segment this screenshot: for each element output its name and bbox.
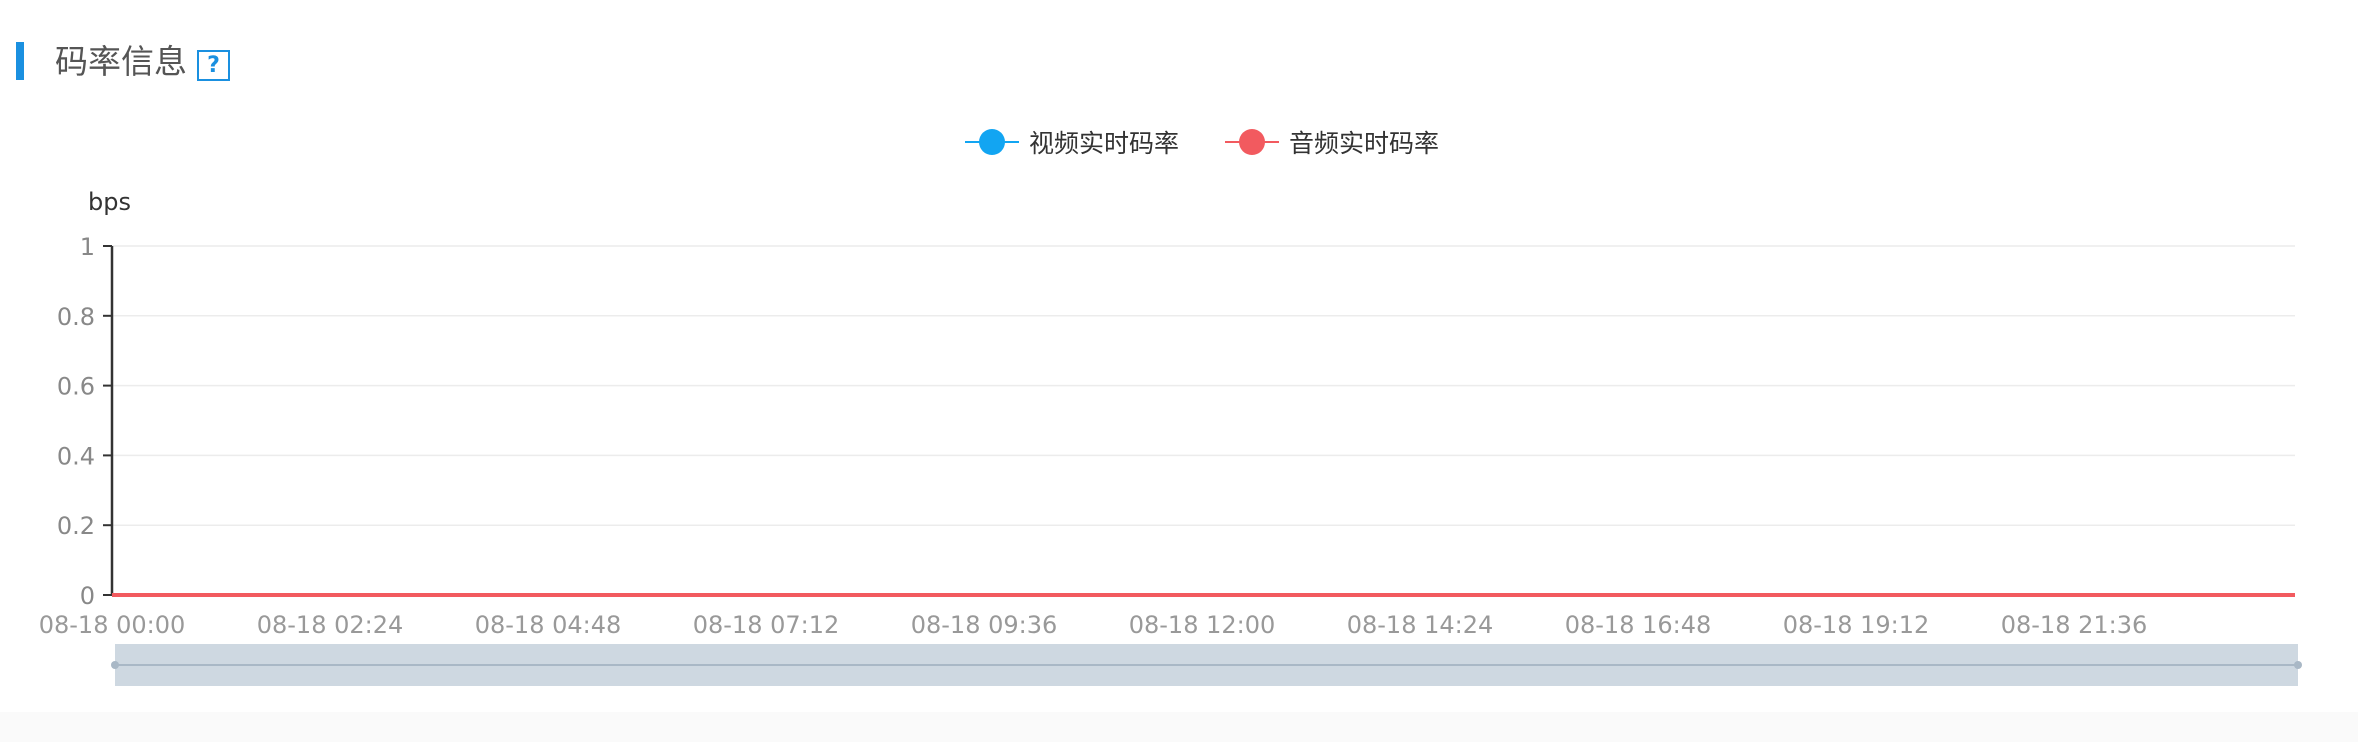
x-tick-label: 08-18 16:48 bbox=[1565, 611, 1712, 639]
y-tick-label: 0 bbox=[80, 582, 95, 610]
bottom-strip bbox=[0, 712, 2358, 742]
y-axis-label: bps bbox=[88, 188, 131, 216]
data-zoom-handle-right[interactable] bbox=[2294, 661, 2302, 669]
x-tick-label: 08-18 21:36 bbox=[2001, 611, 2148, 639]
y-tick-label: 0.6 bbox=[57, 373, 95, 401]
x-tick-label: 08-18 07:12 bbox=[693, 611, 840, 639]
y-tick-label: 0.4 bbox=[57, 442, 95, 470]
y-tick-label: 1 bbox=[80, 233, 95, 261]
y-tick-label: 0.8 bbox=[57, 303, 95, 331]
x-tick-label: 08-18 14:24 bbox=[1347, 611, 1494, 639]
data-zoom-handle-left[interactable] bbox=[111, 661, 119, 669]
x-tick-label: 08-18 02:24 bbox=[257, 611, 404, 639]
bitrate-chart: bps 0 0.2 0.4 0.6 0.8 1 08-18 00:00 08-18 02:24 0… bbox=[39, 188, 2302, 686]
bitrate-panel: 码率信息 ? 视频实时码率 音频实时码率 bps 0 0.2 0.4 0.6 0.8 1 08… bbox=[0, 0, 2358, 742]
x-tick-label: 08-18 19:12 bbox=[1783, 611, 1930, 639]
x-tick-label: 08-18 12:00 bbox=[1129, 611, 1276, 639]
x-tick-label: 08-18 09:36 bbox=[911, 611, 1058, 639]
y-tick-label: 0.2 bbox=[57, 512, 95, 540]
x-tick-label: 08-18 04:48 bbox=[475, 611, 622, 639]
x-tick-label: 08-18 00:00 bbox=[39, 611, 186, 639]
